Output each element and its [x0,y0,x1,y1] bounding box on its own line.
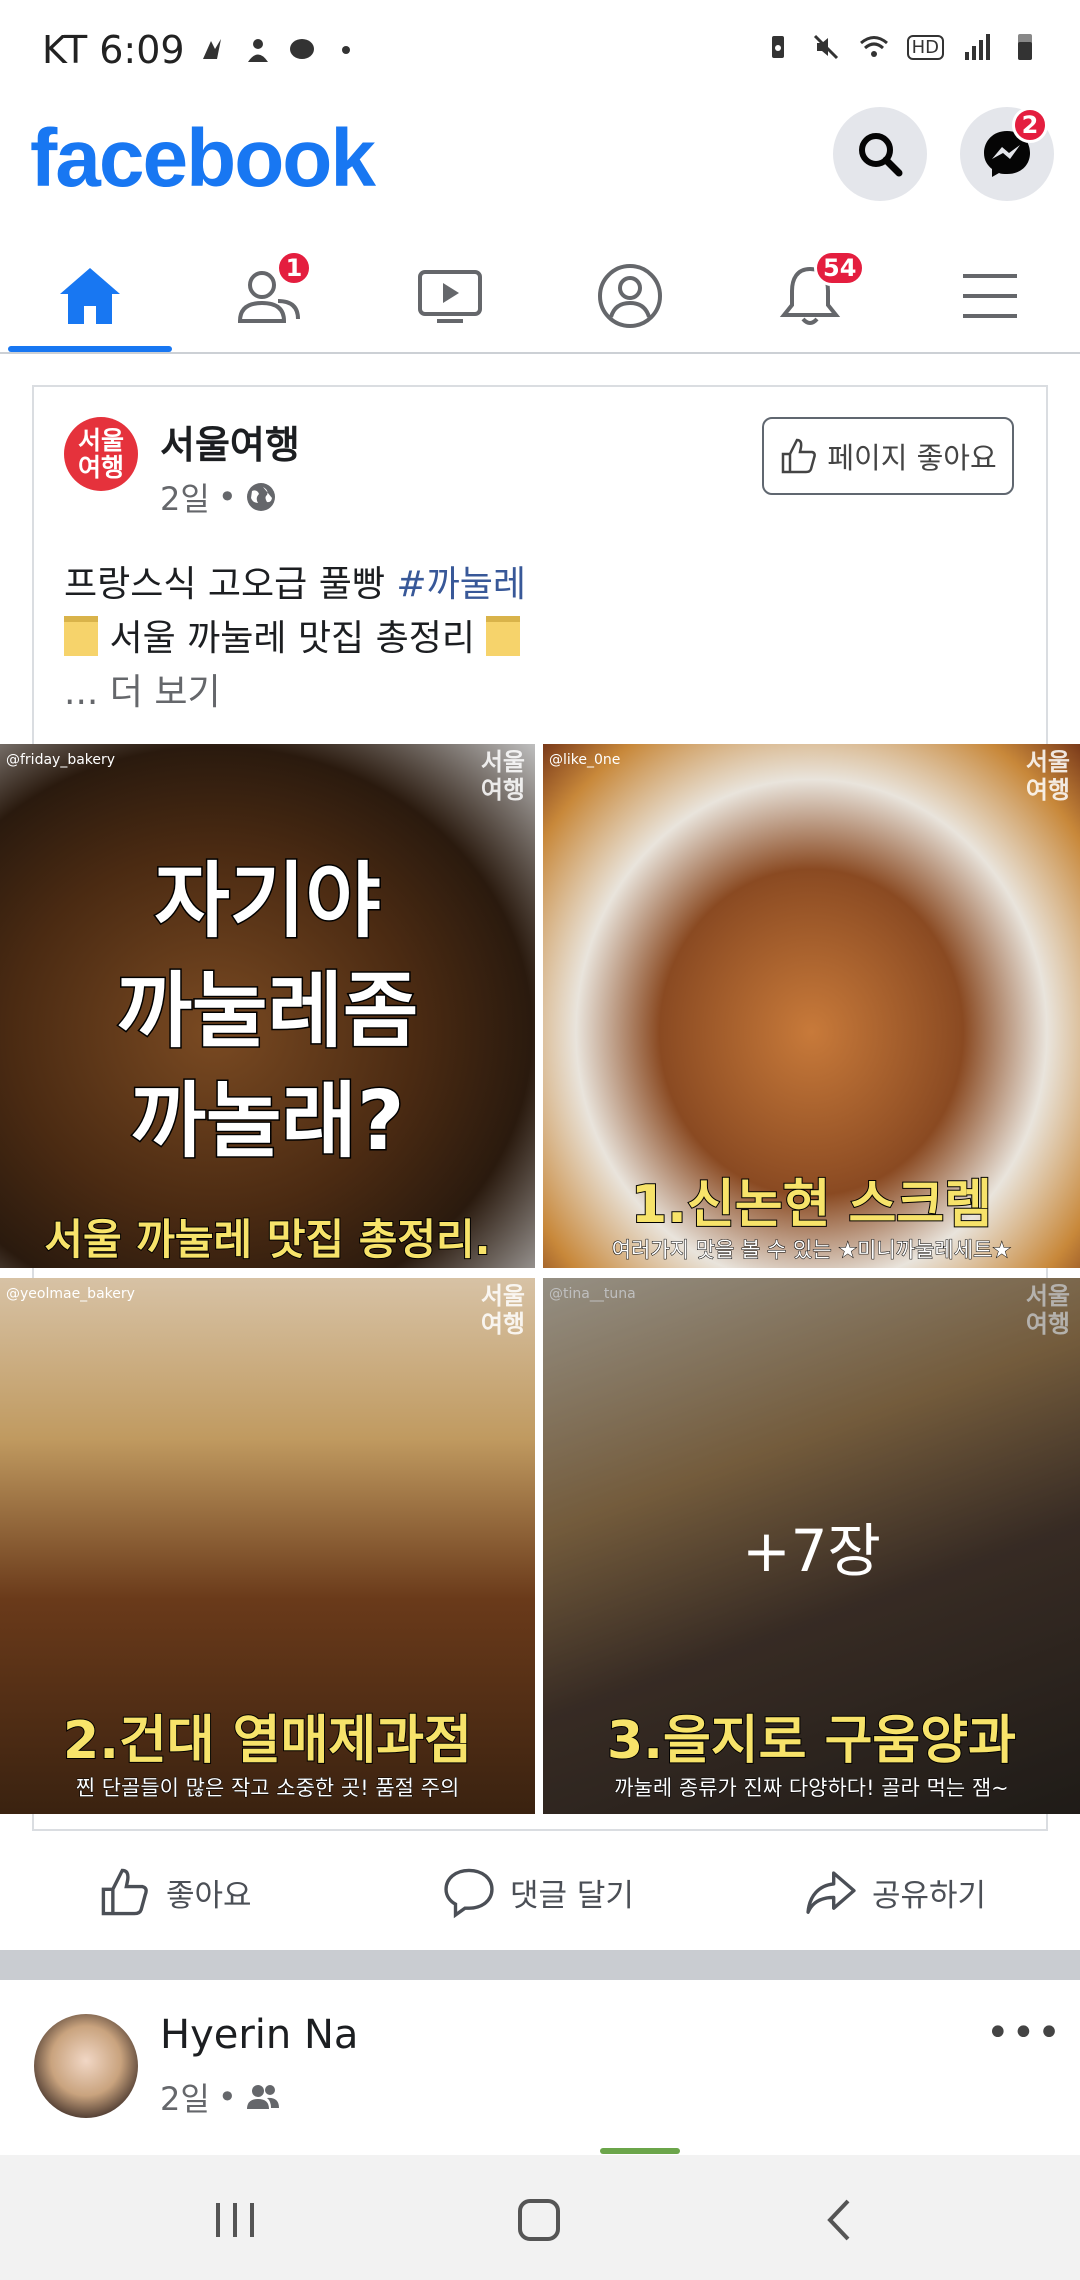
post-text-title: 서울 까눌레 맛집 총정리 [109,618,475,659]
hashtag-link[interactable]: #까눌레 [396,564,526,605]
memo-emoji-icon [486,616,521,656]
system-navigation-bar [0,2155,1080,2280]
home-nav-icon[interactable] [514,2195,564,2245]
notification-icon [202,39,221,59]
main-nav: 1 54 [0,240,1080,354]
post-text-line2: 서울 까눌레 맛집 총정리 [64,609,521,661]
avatar-text-top: 서울 [77,426,124,455]
post2-time[interactable]: 2일 [160,2074,210,2120]
comment-icon [444,1868,494,1919]
tab-home[interactable] [0,240,180,352]
share-label: 공유하기 [872,1877,987,1914]
photo-headline-2: 까눌레좀 [115,963,420,1061]
post-actions: 좋아요 댓글 달기 공유하기 [0,1842,1080,1942]
see-more-link[interactable]: ... 더 보기 [64,663,221,715]
assistant-icon [247,39,268,62]
notifications-badge: 54 [814,250,866,286]
status-left: KT 6:09 [42,28,361,72]
globe-icon [246,483,275,511]
mute-icon [813,34,838,60]
photo-caption: 2.건대 열매제과점 [62,1710,473,1772]
photo-watermark: 서울 여행 [480,748,525,804]
battery-saver-icon [771,36,784,58]
friends-badge: 1 [276,250,312,286]
comment-label: 댓글 달기 [510,1877,634,1914]
messenger-button[interactable]: 2 [960,107,1054,201]
page-avatar[interactable]: 서울 여행 [64,417,138,491]
like-page-label: 페이지 좋아요 [827,441,997,475]
search-icon [859,133,903,177]
meta-dot: • [217,478,237,516]
post-photo-3[interactable]: @yeolmae_bakery 서울 여행 2.건대 열매제과점 찐 단골들이 많… [0,1278,535,1814]
search-button[interactable] [833,107,927,201]
share-button[interactable]: 공유하기 [804,1842,986,1942]
photo-credit: @friday_bakery [6,752,116,768]
messenger-badge: 2 [1012,107,1048,143]
share-icon [806,1871,856,1914]
photo-credit: @like_0ne [549,752,621,768]
video-icon [418,270,482,323]
post-options-button[interactable]: ••• [986,2010,1063,2056]
tab-menu[interactable] [900,240,1080,352]
chat-bubble-icon [289,39,314,59]
author-avatar[interactable] [34,2014,138,2118]
post2-meta: 2일 • [160,2074,281,2120]
thumbs-up-icon [782,438,817,474]
like-button[interactable]: 좋아요 [98,1842,252,1942]
like-page-button[interactable]: 페이지 좋아요 [762,417,1014,495]
post-photo-2[interactable]: @like_0ne 서울 여행 1.신논현 스크렘 여러가지 맛을 볼 수 있는 … [543,744,1080,1268]
feed-separator [0,1950,1080,1980]
friends-audience-icon [246,2085,279,2109]
tab-notifications[interactable]: 54 [720,240,900,352]
post-meta: 2일 • [160,474,277,520]
status-right: HD [763,32,1040,62]
photo-subcaption: 여러가지 맛을 볼 수 있는 ★미니까눌레세트★ [611,1238,1012,1263]
wifi-icon [859,36,888,57]
comment-button[interactable]: 댓글 달기 [442,1842,634,1942]
post-photo-1[interactable]: @friday_bakery 서울 여행 자기야 까눌레좀 까놀래? 서울 까눌레… [0,744,535,1268]
hd-icon: HD [906,34,944,60]
thumbs-up-icon [101,1868,148,1916]
status-bar: KT 6:09 HD [0,0,1080,100]
tab-profile[interactable] [540,240,720,352]
avatar-text-bottom: 여행 [77,453,124,482]
meta-dot: • [217,2078,237,2116]
signal-icon [965,34,990,60]
profile-icon [598,264,662,328]
photo-headline-1: 자기야 [153,853,382,951]
next-content-peek [600,2148,680,2154]
post-time[interactable]: 2일 [160,474,210,520]
tab-watch[interactable] [360,240,540,352]
photo-headline-3: 까놀래? [129,1073,406,1171]
back-icon[interactable] [820,2197,860,2243]
active-tab-indicator [8,346,172,352]
photo-subcaption: 까눌레 종류가 진짜 다양하다! 골라 먹는 잼~ [614,1776,1010,1801]
photo-caption: 3.을지로 구움양과 [606,1710,1017,1772]
photo-caption: 1.신논현 스크렘 [630,1174,993,1236]
page-name[interactable]: 서울여행 [160,414,300,469]
like-label: 좋아요 [166,1877,252,1914]
tab-friends[interactable]: 1 [180,240,360,352]
photo-watermark: 서울 여행 [1025,748,1070,804]
memo-emoji-icon [64,616,98,656]
dot-icon [341,46,350,54]
post-photo-4[interactable]: @tina__tuna 서울 여행 +7장 3.을지로 구움양과 까눌레 종류가 … [543,1278,1080,1814]
author-name[interactable]: Hyerin Na [160,2012,358,2058]
photo-watermark: 서울 여행 [480,1282,525,1338]
photo-subcaption: 찐 단골들이 많은 작고 소중한 곳! 품절 주의 [75,1776,460,1801]
photo-caption: 서울 까눌레 맛집 총정리. [43,1214,491,1265]
post-text-plain: 프랑스식 고오급 풀빵 [64,564,397,605]
menu-icon [963,274,1017,318]
battery-icon [1018,34,1032,60]
post-text-line1: 프랑스식 고오급 풀빵 #까눌레 [64,555,526,607]
photo-credit: @yeolmae_bakery [6,1286,135,1302]
home-icon [60,268,120,324]
facebook-logo[interactable]: facebook [30,112,376,206]
recent-apps-icon[interactable] [210,2197,260,2243]
carrier-time: KT 6:09 [42,28,185,72]
